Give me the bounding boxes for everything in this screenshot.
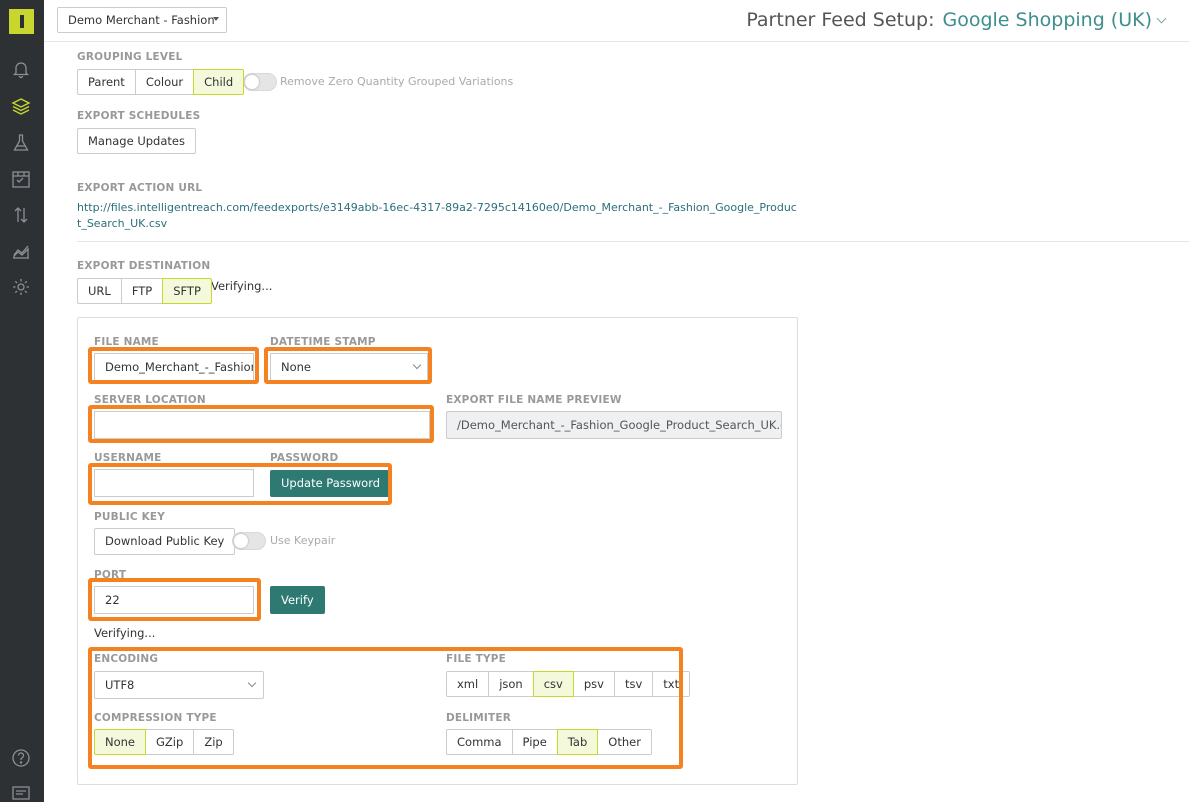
datetime-stamp-label: DATETIME STAMP <box>270 336 376 348</box>
destination-url-button[interactable]: URL <box>77 278 122 304</box>
datetime-stamp-select[interactable]: None <box>270 353 428 381</box>
compression-none-button[interactable]: None <box>94 729 147 755</box>
delimiter-tab-button[interactable]: Tab <box>556 729 599 755</box>
file-type-psv-button[interactable]: psv <box>572 671 615 697</box>
export-destination-label: EXPORT DESTINATION <box>77 260 211 272</box>
file-name-input[interactable]: Demo_Merchant_-_Fashion <box>94 353 254 381</box>
page-title-label: Partner Feed Setup: <box>746 9 935 31</box>
username-input[interactable] <box>94 469 254 497</box>
server-location-label: SERVER LOCATION <box>94 394 206 406</box>
storefront-icon[interactable] <box>10 168 32 190</box>
encoding-value: UTF8 <box>105 678 135 692</box>
datetime-stamp-value: None <box>281 360 312 374</box>
use-keypair-label: Use Keypair <box>270 534 336 547</box>
compression-gzip-button[interactable]: GZip <box>145 729 195 755</box>
manage-updates-button[interactable]: Manage Updates <box>77 128 196 154</box>
file-type-csv-button[interactable]: csv <box>532 671 574 697</box>
server-location-input[interactable] <box>94 411 430 439</box>
port-label: PORT <box>94 569 127 581</box>
grouping-colour-button[interactable]: Colour <box>134 69 195 95</box>
grouping-parent-button[interactable]: Parent <box>77 69 136 95</box>
destination-ftp-button[interactable]: FTP <box>120 278 164 304</box>
layers-icon[interactable] <box>10 95 32 117</box>
file-name-preview: /Demo_Merchant_-_Fashion_Google_Product_… <box>446 411 782 439</box>
file-name-label: FILE NAME <box>94 336 159 348</box>
delimiter-label: DELIMITER <box>446 712 512 724</box>
password-label: PASSWORD <box>270 452 339 464</box>
encoding-select[interactable]: UTF8 <box>94 671 264 699</box>
merchant-select[interactable]: Demo Merchant - Fashion <box>57 7 227 33</box>
verify-button[interactable]: Verify <box>270 586 325 614</box>
remove-zero-quantity-toggle[interactable] <box>243 73 277 91</box>
page-title: Partner Feed Setup: Google Shopping (UK) <box>746 9 1167 31</box>
grouping-child-button[interactable]: Child <box>193 69 245 95</box>
delimiter-comma-button[interactable]: Comma <box>446 729 513 755</box>
file-type-txt-button[interactable]: txt <box>652 671 691 697</box>
flask-icon[interactable] <box>10 132 32 154</box>
transfer-icon[interactable] <box>10 204 32 226</box>
update-password-button[interactable]: Update Password <box>270 470 392 497</box>
file-name-preview-label: EXPORT FILE NAME PREVIEW <box>446 394 622 406</box>
use-keypair-toggle[interactable] <box>232 532 266 550</box>
grouping-level-label: GROUPING LEVEL <box>77 51 183 63</box>
sidebar <box>0 0 44 802</box>
file-type-group: xml json csv psv tsv txt <box>446 671 691 697</box>
merchant-select-value: Demo Merchant - Fashion <box>68 13 215 27</box>
caret-down-icon <box>213 17 219 21</box>
gear-icon[interactable] <box>10 276 32 298</box>
remove-zero-quantity-label: Remove Zero Quantity Grouped Variations <box>280 75 514 88</box>
bell-icon[interactable] <box>10 58 32 80</box>
delimiter-group: Comma Pipe Tab Other <box>446 729 652 755</box>
file-type-label: FILE TYPE <box>446 653 507 665</box>
file-type-xml-button[interactable]: xml <box>446 671 490 697</box>
destination-sftp-button[interactable]: SFTP <box>162 278 212 304</box>
section-divider <box>77 241 1189 242</box>
destination-status: Verifying... <box>211 279 273 293</box>
file-type-tsv-button[interactable]: tsv <box>613 671 654 697</box>
verify-status: Verifying... <box>94 626 156 640</box>
chevron-down-icon[interactable] <box>1156 13 1167 24</box>
encoding-label: ENCODING <box>94 653 159 665</box>
export-destination-group: URL FTP SFTP <box>77 278 212 304</box>
compression-type-label: COMPRESSION TYPE <box>94 712 217 724</box>
public-key-label: PUBLIC KEY <box>94 511 166 523</box>
file-type-json-button[interactable]: json <box>488 671 534 697</box>
download-public-key-button[interactable]: Download Public Key <box>94 528 236 555</box>
port-input[interactable]: 22 <box>94 586 254 614</box>
chat-icon[interactable] <box>10 783 32 802</box>
feed-selector[interactable]: Google Shopping (UK) <box>942 9 1152 31</box>
compression-zip-button[interactable]: Zip <box>193 729 234 755</box>
export-action-url-label: EXPORT ACTION URL <box>77 182 203 194</box>
export-action-url-link[interactable]: http://files.intelligentreach.com/feedex… <box>77 200 797 232</box>
compression-type-group: None GZip Zip <box>94 729 234 755</box>
app-logo[interactable] <box>9 9 34 34</box>
analytics-icon[interactable] <box>10 240 32 262</box>
help-icon[interactable] <box>10 747 32 769</box>
export-schedules-label: EXPORT SCHEDULES <box>77 110 201 122</box>
delimiter-other-button[interactable]: Other <box>597 729 652 755</box>
delimiter-pipe-button[interactable]: Pipe <box>511 729 558 755</box>
username-label: USERNAME <box>94 452 162 464</box>
top-bar: Demo Merchant - Fashion Partner Feed Set… <box>44 0 1189 42</box>
grouping-level-group: Parent Colour Child <box>77 69 245 95</box>
